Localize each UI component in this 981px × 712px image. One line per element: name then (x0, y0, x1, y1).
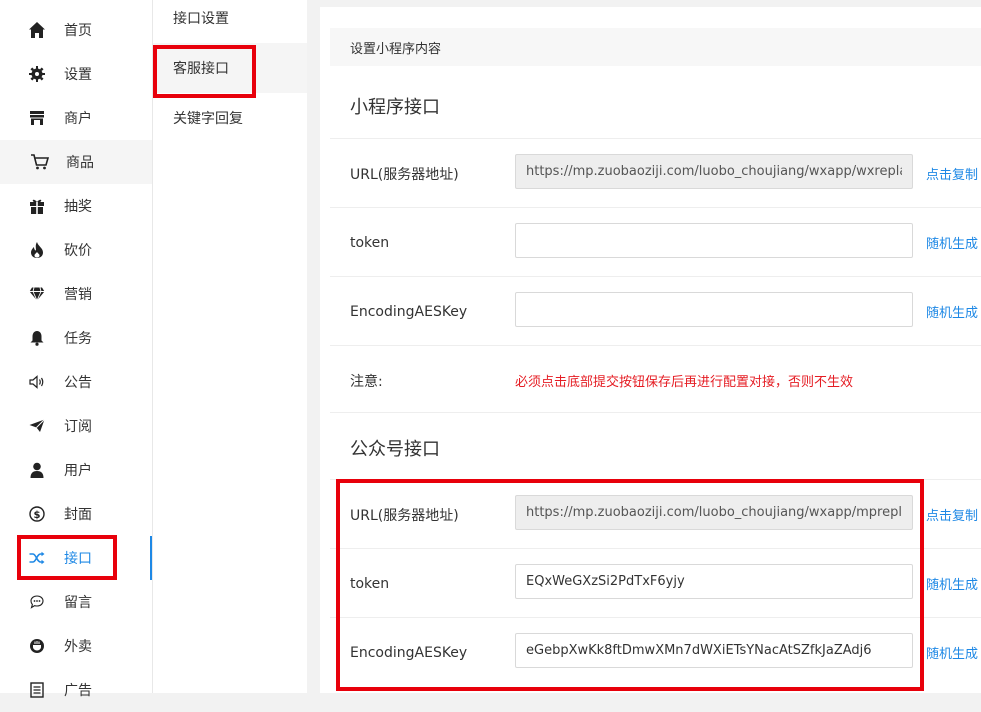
miniprogram-url-field[interactable] (515, 154, 913, 189)
sidebar-item-label: 设置 (64, 67, 92, 83)
field-label: token (350, 575, 390, 592)
home-icon (27, 20, 47, 40)
miniprogram-token-field[interactable] (515, 223, 913, 258)
sub-item-interface-settings[interactable]: 接口设置 (153, 0, 307, 43)
sub-item-label: 接口设置 (173, 11, 229, 27)
field-label: EncodingAESKey (350, 644, 468, 661)
miniprogram-url-row: URL(服务器地址) 点击复制 (330, 138, 981, 208)
sidebar-item-label: 封面 (64, 507, 92, 523)
generate-aes-link[interactable]: 随机生成 (926, 277, 978, 346)
field-label: URL(服务器地址) (350, 507, 459, 524)
sidebar-item-label: 商户 (64, 111, 92, 127)
notice-row: 注意: 必须点击底部提交按钮保存后再进行配置对接，否则不生效 (330, 345, 981, 415)
official-url-row: URL(服务器地址) 点击复制 (330, 479, 981, 549)
sub-item-keyword-reply[interactable]: 关键字回复 (153, 93, 307, 143)
sidebar-item-bargain[interactable]: 砍价 (0, 228, 152, 272)
notice-label: 注意: (350, 373, 383, 390)
sidebar-item-lottery[interactable]: 抽奖 (0, 184, 152, 228)
gift-icon (27, 196, 47, 216)
miniprogram-group-title: 小程序接口 (350, 97, 440, 118)
sidebar-item-label: 订阅 (64, 419, 92, 435)
sidebar-item-label: 砍价 (64, 243, 92, 259)
sidebar-item-label: 用户 (64, 463, 92, 479)
speaker-icon (27, 372, 47, 392)
sidebar-item-user[interactable]: 用户 (0, 448, 152, 492)
fire-icon (27, 240, 47, 260)
diamond-icon (27, 284, 47, 304)
section-header: 设置小程序内容 (330, 28, 981, 66)
generate-token-link[interactable]: 随机生成 (926, 208, 978, 277)
notice-text: 必须点击底部提交按钮保存后再进行配置对接，否则不生效 (515, 375, 854, 390)
content-panel: 设置小程序内容 小程序接口 URL(服务器地址) 点击复制 token 随机生成… (320, 7, 981, 693)
main-sidebar: 首页 设置 商户 商品 抽奖 砍价 营销 任务 公告 订阅 用户 $ 封面 接口… (0, 0, 153, 699)
sidebar-item-ads[interactable]: 广告 (0, 668, 152, 712)
sidebar-item-home[interactable]: 首页 (0, 8, 152, 52)
sidebar-item-label: 接口 (64, 551, 92, 567)
ad-icon (27, 680, 47, 700)
official-group-title: 公众号接口 (350, 439, 440, 460)
sidebar-item-label: 商品 (66, 155, 94, 171)
gear-icon (27, 64, 47, 84)
miniprogram-token-row: token 随机生成 (330, 207, 981, 277)
sidebar-item-label: 外卖 (64, 639, 92, 655)
sidebar-item-message[interactable]: 留言 (0, 580, 152, 624)
sidebar-item-takeout[interactable]: 外卖 (0, 624, 152, 668)
sub-item-customer-service[interactable]: 客服接口 (153, 43, 307, 93)
official-url-field[interactable] (515, 495, 913, 530)
sub-item-label: 客服接口 (173, 61, 229, 77)
svg-text:$: $ (34, 510, 41, 521)
official-token-field[interactable] (515, 564, 913, 599)
sidebar-item-announcement[interactable]: 公告 (0, 360, 152, 404)
official-token-row: token 随机生成 (330, 548, 981, 618)
sidebar-item-goods[interactable]: 商品 (0, 140, 152, 184)
store-icon (27, 108, 47, 128)
shuffle-icon (27, 548, 47, 568)
section-header-title: 设置小程序内容 (350, 41, 442, 57)
sidebar-item-label: 首页 (64, 23, 92, 39)
sidebar-item-label: 公告 (64, 375, 92, 391)
paper-plane-icon (27, 416, 47, 436)
chat-icon (27, 592, 47, 612)
sidebar-item-label: 广告 (64, 683, 92, 699)
sidebar-item-marketing[interactable]: 营销 (0, 272, 152, 316)
sub-item-label: 关键字回复 (173, 111, 243, 127)
miniprogram-aes-row: EncodingAESKey 随机生成 (330, 276, 981, 346)
sidebar-item-label: 留言 (64, 595, 92, 611)
sidebar-item-subscribe[interactable]: 订阅 (0, 404, 152, 448)
sidebar-item-cover[interactable]: $ 封面 (0, 492, 152, 536)
dollar-icon: $ (27, 504, 47, 524)
field-label: URL(服务器地址) (350, 166, 459, 183)
official-aes-field[interactable] (515, 633, 913, 668)
field-label: EncodingAESKey (350, 303, 468, 320)
user-icon (27, 460, 47, 480)
sidebar-item-label: 营销 (64, 287, 92, 303)
sidebar-item-task[interactable]: 任务 (0, 316, 152, 360)
official-aes-row: EncodingAESKey 随机生成 (330, 617, 981, 687)
sidebar-item-merchant[interactable]: 商户 (0, 96, 152, 140)
sub-sidebar: 接口设置 客服接口 关键字回复 (153, 0, 307, 693)
miniprogram-aes-field[interactable] (515, 292, 913, 327)
sidebar-item-interface[interactable]: 接口 (0, 536, 152, 580)
cart-icon (30, 152, 50, 172)
generate-aes-link[interactable]: 随机生成 (926, 618, 978, 687)
copy-url-link[interactable]: 点击复制 (926, 139, 978, 208)
sidebar-item-label: 抽奖 (64, 199, 92, 215)
copy-url-link[interactable]: 点击复制 (926, 480, 978, 549)
field-label: token (350, 234, 390, 251)
generate-token-link[interactable]: 随机生成 (926, 549, 978, 618)
sidebar-item-settings[interactable]: 设置 (0, 52, 152, 96)
takeout-icon (27, 636, 47, 656)
sidebar-item-label: 任务 (64, 331, 92, 347)
bell-icon (27, 328, 47, 348)
official-title-row: 公众号接口 (330, 412, 981, 481)
